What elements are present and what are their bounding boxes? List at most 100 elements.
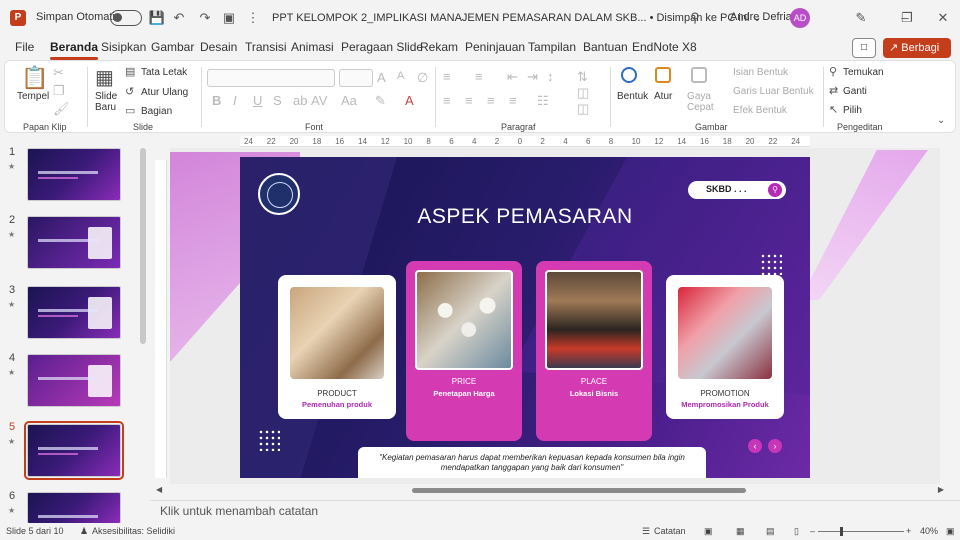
normal-view-icon[interactable]: ▣ — [704, 526, 713, 537]
zoom-out-icon[interactable]: – — [810, 526, 815, 536]
shape-outline-button[interactable]: Garis Luar Bentuk — [733, 86, 814, 97]
share-button[interactable]: ↗ Berbagi — [883, 38, 951, 58]
cut-icon[interactable]: ✂ — [53, 65, 64, 81]
numbering-icon[interactable]: ≡ — [475, 69, 483, 84]
fit-to-window-icon[interactable]: ▣ — [946, 526, 955, 537]
format-painter-icon[interactable]: 🖌 — [53, 101, 70, 117]
notes-toggle-button[interactable]: Catatan — [654, 526, 686, 536]
customize-qat-icon[interactable]: ⋮ — [244, 9, 262, 27]
paste-button[interactable]: Tempel — [17, 91, 49, 102]
avatar[interactable]: AD — [790, 8, 810, 28]
autosave-toggle[interactable] — [110, 10, 142, 26]
slide-thumbnail-1[interactable] — [27, 148, 121, 201]
current-slide[interactable]: SKBD . . . ⚲ ASPEK PEMASARAN PRODUCT Pem… — [240, 157, 810, 478]
font-color-icon[interactable]: A — [405, 93, 414, 108]
reset-icon[interactable]: ↺ — [125, 85, 134, 98]
replace-icon[interactable]: ⇄ — [829, 84, 838, 97]
increase-indent-icon[interactable]: ⇥ — [527, 69, 538, 85]
tab-endnote[interactable]: EndNote X8 — [632, 40, 697, 54]
shape-fill-button[interactable]: Isian Bentuk — [733, 67, 788, 78]
italic-icon[interactable]: I — [233, 93, 237, 108]
tab-view[interactable]: Tampilan — [528, 40, 576, 54]
arrange-button[interactable]: Atur — [654, 91, 672, 102]
search-icon[interactable]: ⚲ — [686, 9, 704, 27]
horizontal-scroll-thumb[interactable] — [412, 488, 746, 493]
save-icon[interactable]: 💾 — [148, 9, 166, 27]
bold-icon[interactable]: B — [212, 93, 221, 108]
slide-thumbnail-2[interactable] — [27, 216, 121, 269]
shapes-icon[interactable] — [621, 67, 637, 83]
new-slide-icon[interactable]: ▦ — [95, 65, 114, 90]
text-direction-icon[interactable]: ⇅ — [577, 69, 588, 85]
accessibility-icon[interactable]: ♟ — [80, 526, 88, 537]
new-slide-button[interactable]: Slide Baru — [95, 91, 123, 113]
layout-button[interactable]: Tata Letak — [141, 67, 187, 78]
tab-draw[interactable]: Gambar — [151, 40, 194, 54]
slide-thumbnail-5[interactable] — [24, 421, 124, 480]
tab-design[interactable]: Desain — [200, 40, 237, 54]
increase-font-icon[interactable]: A — [377, 70, 386, 85]
tab-review[interactable]: Peninjauan — [465, 40, 525, 54]
zoom-in-icon[interactable]: + — [906, 526, 911, 536]
highlight-icon[interactable]: ✎ — [375, 93, 386, 109]
decrease-indent-icon[interactable]: ⇤ — [507, 69, 518, 85]
decrease-font-icon[interactable]: A — [397, 70, 404, 82]
smartart-icon[interactable]: ◫ — [577, 101, 589, 117]
font-family-select[interactable] — [207, 69, 335, 87]
align-text-icon[interactable]: ◫ — [577, 85, 589, 101]
restore-icon[interactable]: ❐ — [898, 9, 916, 27]
tab-home[interactable]: Beranda — [50, 40, 99, 60]
tab-help[interactable]: Bantuan — [583, 40, 628, 54]
section-icon[interactable]: ▭ — [125, 104, 135, 117]
slide-thumbnail-6[interactable] — [27, 492, 121, 524]
reset-button[interactable]: Atur Ulang — [141, 87, 188, 98]
notes-toggle-icon[interactable]: ☰ — [642, 526, 650, 537]
close-icon[interactable]: ✕ — [934, 9, 952, 27]
slide-thumbnail-3[interactable] — [27, 286, 121, 339]
designer-pen-icon[interactable]: ✎ — [852, 9, 870, 27]
thumbnail-scrollbar[interactable] — [140, 148, 146, 344]
zoom-slider[interactable] — [818, 531, 904, 532]
notes-pane[interactable]: Klik untuk menambah catatan — [150, 500, 960, 520]
tab-animations[interactable]: Animasi — [291, 40, 334, 54]
select-icon[interactable]: ↖ — [829, 103, 838, 116]
shape-effects-button[interactable]: Efek Bentuk — [733, 105, 787, 116]
comments-button[interactable]: □ — [852, 38, 876, 58]
arrange-icon[interactable] — [655, 67, 671, 83]
redo-icon[interactable]: ↷ — [196, 9, 214, 27]
collapse-ribbon-icon[interactable]: ⌄ — [937, 115, 945, 126]
accessibility-status[interactable]: Aksesibilitas: Selidiki — [92, 526, 175, 536]
line-spacing-icon[interactable]: ↕ — [547, 69, 554, 84]
quick-styles-icon[interactable] — [691, 67, 707, 83]
align-center-icon[interactable]: ≡ — [465, 93, 473, 108]
select-button[interactable]: Pilih — [843, 105, 862, 116]
paste-icon[interactable]: 📋 — [21, 65, 48, 91]
tab-insert[interactable]: Sisipkan — [101, 40, 146, 54]
clear-format-icon[interactable]: ∅ — [417, 70, 428, 86]
shapes-button[interactable]: Bentuk — [617, 91, 648, 102]
layout-icon[interactable]: ▤ — [125, 65, 135, 78]
align-right-icon[interactable]: ≡ — [487, 93, 495, 108]
justify-icon[interactable]: ≡ — [509, 93, 517, 108]
undo-icon[interactable]: ↶ — [170, 9, 188, 27]
zoom-slider-knob[interactable] — [840, 527, 843, 536]
columns-icon[interactable]: ☷ — [537, 93, 549, 109]
bullets-icon[interactable]: ≡ — [443, 69, 451, 84]
char-spacing-icon[interactable]: AV — [311, 93, 327, 108]
tab-transitions[interactable]: Transisi — [245, 40, 287, 54]
replace-button[interactable]: Ganti — [843, 86, 867, 97]
tab-slideshow[interactable]: Peragaan Slide — [341, 40, 423, 54]
quick-styles-button[interactable]: Gaya Cepat — [687, 91, 714, 113]
horizontal-scrollbar[interactable]: ◀ ▶ — [156, 485, 946, 495]
find-icon[interactable]: ⚲ — [829, 65, 837, 78]
section-button[interactable]: Bagian — [141, 106, 172, 117]
strikethrough-icon[interactable]: S — [273, 93, 282, 108]
tab-record[interactable]: Rekam — [420, 40, 458, 54]
slide-thumbnail-4[interactable] — [27, 354, 121, 407]
scroll-left-icon[interactable]: ◀ — [156, 485, 162, 494]
notes-placeholder[interactable]: Klik untuk menambah catatan — [160, 504, 318, 518]
zoom-level[interactable]: 40% — [920, 526, 938, 536]
user-name[interactable]: Andre Defrian — [730, 11, 798, 23]
find-button[interactable]: Temukan — [843, 67, 884, 78]
tab-file[interactable]: File — [15, 40, 34, 54]
